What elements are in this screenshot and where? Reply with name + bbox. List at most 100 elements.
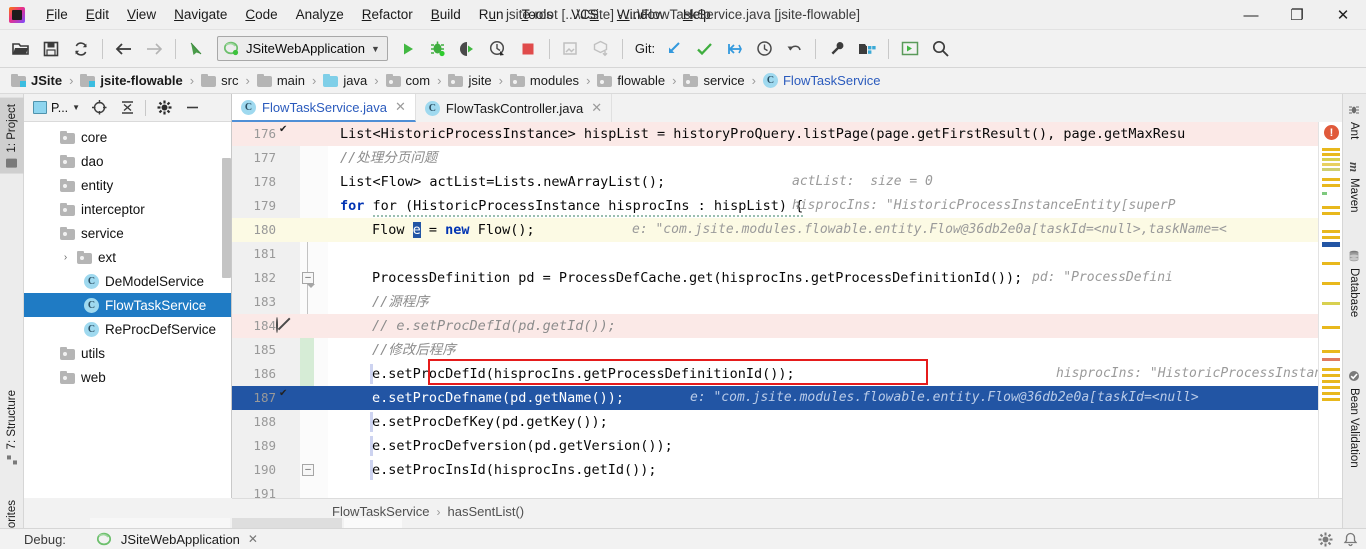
chevron-right-icon[interactable]: › — [60, 252, 71, 263]
minimize-button[interactable]: — — [1228, 0, 1274, 30]
tree-item-core[interactable]: core — [24, 125, 231, 149]
code-line-184[interactable]: 184 // e.setProcDefId(pd.getId()); — [232, 314, 1318, 338]
menu-refactor[interactable]: Refactor — [353, 4, 422, 26]
marker-warning[interactable] — [1322, 326, 1340, 329]
menu-help[interactable]: Help — [674, 4, 720, 26]
maximize-button[interactable]: ❐ — [1274, 0, 1320, 30]
breakpoint-verified-icon[interactable] — [276, 390, 292, 406]
menu-window[interactable]: Window — [608, 4, 674, 26]
menu-view[interactable]: View — [118, 4, 165, 26]
menu-run[interactable]: Run — [470, 4, 513, 26]
git-history-icon[interactable] — [749, 35, 779, 63]
stop-icon[interactable] — [513, 35, 543, 63]
settings-icon[interactable] — [1318, 532, 1333, 547]
marker-warning[interactable] — [1322, 398, 1340, 401]
tree-item-entity[interactable]: entity — [24, 173, 231, 197]
git-push-icon[interactable] — [719, 35, 749, 63]
breakpoint-verified-icon[interactable] — [276, 126, 292, 142]
close-icon[interactable]: ✕ — [591, 100, 602, 116]
breadcrumb-item-main[interactable]: main — [254, 73, 308, 88]
code-line-179[interactable]: 179 – for for (HistoricProcessInstance h… — [232, 194, 1318, 288]
chevron-down-icon[interactable]: ▼ — [72, 103, 80, 112]
code-line-189[interactable]: 189 e.setProcDefversion(pd.getVersion())… — [232, 434, 1318, 458]
notifications-icon[interactable] — [1343, 532, 1358, 547]
marker-warning[interactable] — [1322, 374, 1340, 377]
marker-warning[interactable] — [1322, 158, 1340, 161]
code-line-187[interactable]: 187 e.setProcDefname(pd.getName()); e: "… — [232, 386, 1318, 410]
tree-item-demodelservice[interactable]: C DeModelService — [24, 269, 231, 293]
breadcrumb-item-jsite[interactable]: JSite — [8, 73, 65, 88]
breadcrumb-item-flowtaskservice[interactable]: C FlowTaskService — [760, 73, 884, 88]
tree-item-flowtaskservice[interactable]: C FlowTaskService — [24, 293, 231, 317]
marker-warning[interactable] — [1322, 230, 1340, 233]
sidebar-item-bean-validation[interactable]: Bean Validation — [1342, 364, 1366, 474]
marker-warning[interactable] — [1322, 206, 1340, 209]
settings-icon[interactable] — [822, 35, 852, 63]
sidebar-item-database[interactable]: Database — [1342, 244, 1366, 323]
debug-tool-window-label[interactable]: Debug: — [24, 532, 66, 547]
breadcrumb-item-service[interactable]: service — [680, 73, 747, 88]
profile-icon[interactable] — [483, 35, 513, 63]
run-configuration-selector[interactable]: JSiteWebApplication ▼ — [217, 36, 388, 61]
marker-error[interactable] — [1322, 358, 1340, 361]
marker-warning[interactable] — [1322, 163, 1340, 166]
code-line-183[interactable]: 183 – //源程序 — [232, 290, 1318, 476]
last-edit-location-icon[interactable] — [182, 35, 212, 63]
marker-warning[interactable] — [1322, 380, 1340, 383]
console-icon[interactable] — [895, 35, 925, 63]
breadcrumb-item-src[interactable]: src — [198, 73, 241, 88]
tree-item-ext[interactable]: › ext — [24, 245, 231, 269]
editor-breadcrumb-class[interactable]: FlowTaskService — [332, 504, 430, 519]
code-line-181[interactable]: 181 — [232, 242, 1318, 266]
code-line-188[interactable]: 188 e.setProcDefKey(pd.getKey()); — [232, 410, 1318, 434]
save-all-icon[interactable] — [36, 35, 66, 63]
sidebar-item-structure[interactable]: 7: Structure — [0, 384, 24, 470]
project-structure-icon[interactable] — [852, 35, 882, 63]
git-revert-icon[interactable] — [779, 35, 809, 63]
menu-build[interactable]: Build — [422, 4, 470, 26]
marker-warning[interactable] — [1322, 282, 1340, 285]
collapse-all-button[interactable] — [114, 96, 140, 120]
breadcrumb-item-modules[interactable]: modules — [507, 73, 582, 88]
breadcrumb-item-flowable[interactable]: flowable — [594, 73, 668, 88]
menu-tools[interactable]: Tools — [513, 4, 563, 26]
marker-caret[interactable] — [1322, 242, 1340, 247]
code-line-180[interactable]: 180 Flow e = new Flow(); e: "com.jsite.m… — [232, 218, 1318, 242]
synchronize-icon[interactable] — [66, 35, 96, 63]
code-line-190[interactable]: 190 e.setProcInsId(hisprocIns.getId()); — [232, 458, 1318, 482]
code-line-177[interactable]: 177 //处理分页问题 — [232, 146, 1318, 170]
menu-code[interactable]: Code — [236, 4, 286, 26]
tree-item-web[interactable]: web — [24, 365, 231, 389]
tree-item-interceptor[interactable]: interceptor — [24, 197, 231, 221]
tab-flowtaskservice-java[interactable]: C FlowTaskService.java ✕ — [232, 94, 416, 122]
marker-warning[interactable] — [1322, 184, 1340, 187]
marker-warning[interactable] — [1322, 350, 1340, 353]
close-button[interactable]: ✕ — [1320, 0, 1366, 30]
marker-warning[interactable] — [1322, 392, 1340, 395]
marker-warning[interactable] — [1322, 262, 1340, 265]
back-icon[interactable] — [109, 35, 139, 63]
menu-file[interactable]: File — [37, 4, 77, 26]
editor-breadcrumb-method[interactable]: hasSentList() — [448, 504, 525, 519]
tree-item-service[interactable]: service — [24, 221, 231, 245]
breadcrumb-item-com[interactable]: com — [383, 73, 434, 88]
marker-warning[interactable] — [1322, 148, 1340, 151]
run-with-coverage-icon[interactable] — [453, 35, 483, 63]
code-line-191[interactable]: 191 — [232, 482, 1318, 498]
menu-analyze[interactable]: Analyze — [287, 4, 353, 26]
git-update-icon[interactable] — [659, 35, 689, 63]
sidebar-item-project[interactable]: 1: Project — [0, 98, 24, 174]
tree-item-utils[interactable]: utils — [24, 341, 231, 365]
debug-config-label[interactable]: JSiteWebApplication — [121, 532, 240, 547]
marker-warning[interactable] — [1322, 368, 1340, 371]
marker-warning[interactable] — [1322, 212, 1340, 215]
run-icon[interactable] — [393, 35, 423, 63]
search-everywhere-icon[interactable] — [925, 35, 955, 63]
analysis-marker-bar[interactable]: ! — [1318, 122, 1342, 498]
select-opened-file-button[interactable] — [86, 96, 112, 120]
project-tree-scrollbar[interactable] — [222, 158, 231, 278]
breadcrumb-item-jsite-flowable[interactable]: jsite-flowable — [77, 73, 185, 88]
close-icon[interactable]: ✕ — [395, 99, 406, 115]
code-line-176[interactable]: 176 List<HistoricProcessInstance> hispLi… — [232, 122, 1318, 146]
menu-edit[interactable]: Edit — [77, 4, 118, 26]
